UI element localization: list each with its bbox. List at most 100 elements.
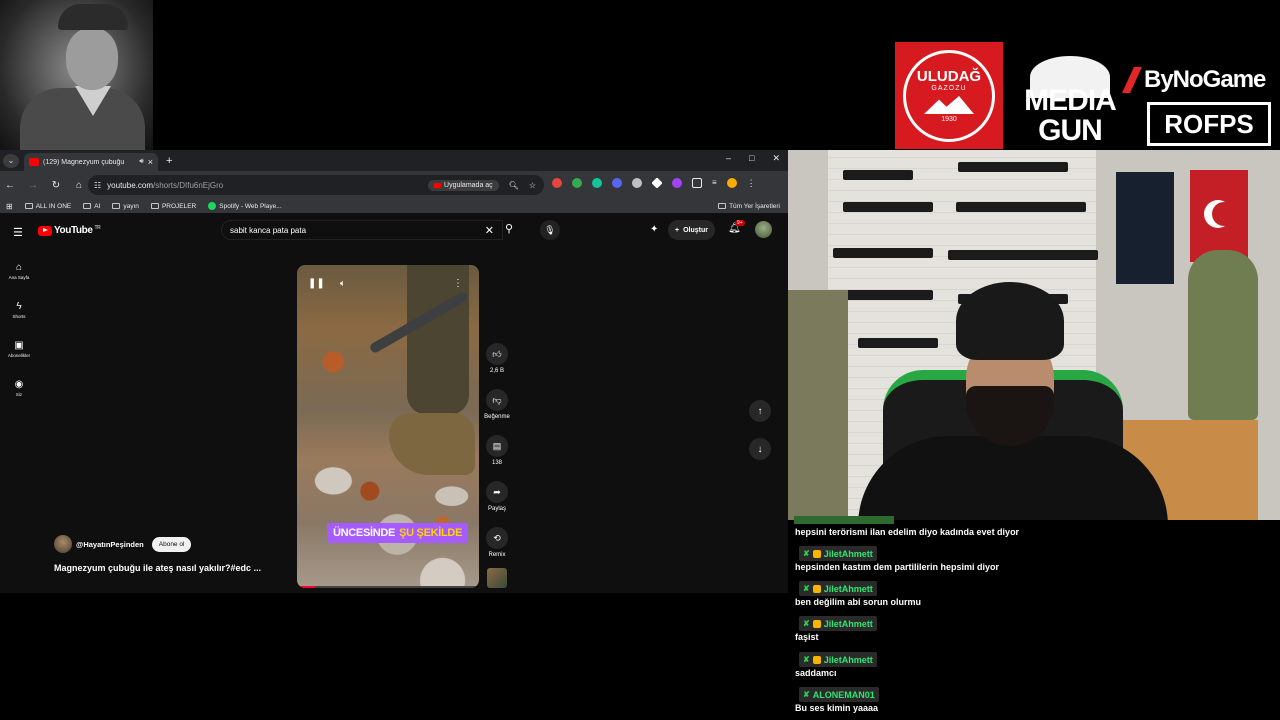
more-options-icon[interactable]: ⋮ — [453, 278, 463, 289]
site-info-icon[interactable]: ☷ — [94, 181, 101, 190]
uludag-logo: ULUDAĞ GAZOZU 1930 — [895, 42, 1003, 149]
media-gun-line1: MEDIA — [1024, 84, 1117, 117]
bynogame-mark-icon — [1122, 67, 1142, 93]
extensions-puzzle-icon[interactable] — [692, 178, 702, 188]
menu-icon[interactable]: ⋮ — [747, 178, 756, 188]
hamburger-menu-icon[interactable]: ☰ — [13, 226, 23, 239]
minimize-icon[interactable]: – — [726, 153, 731, 164]
subscriber-badge-icon — [812, 584, 821, 593]
chat-message: Bu ses kimin yaaaa — [795, 703, 879, 713]
open-in-app-label: Uygulamada aç — [444, 181, 493, 189]
tab-bar: ⌄ (129) Magnezyum çubuğu 🔊︎ × + – □ ✕ — [0, 150, 788, 171]
youtube-logo[interactable]: YouTube TR — [38, 225, 101, 236]
extension-orange-icon[interactable] — [726, 178, 737, 188]
url-path: /shorts/DIfu6nEjGro — [152, 180, 224, 190]
sidebar-item-home[interactable]: ⌂ Ana Sayfa — [0, 251, 38, 290]
search-input[interactable]: sabit kanca pata pata ✕ — [221, 220, 503, 240]
url-host: youtube.com — [107, 180, 153, 190]
chat-message: hepsinden kastım dem partililerin hepsim… — [795, 562, 1000, 572]
tab-close-icon[interactable]: × — [148, 157, 153, 167]
tab-search-icon[interactable]: ⌄ — [3, 153, 19, 168]
bookmark-label: Spotify - Web Playe... — [219, 202, 282, 210]
portrait-photo — [0, 0, 153, 150]
youtube-favicon-icon — [29, 158, 39, 166]
clear-search-icon[interactable]: ✕ — [485, 224, 494, 237]
subscriber-badge-icon — [812, 619, 821, 628]
folder-icon — [718, 203, 727, 209]
youtube-wordmark: YouTube — [54, 225, 93, 236]
bookmark-yayin[interactable]: yayın — [112, 203, 139, 210]
chat-cutoff-username — [794, 516, 894, 524]
chat-username: ✘ JiletAhmett — [799, 581, 877, 596]
all-bookmarks-label: Tüm Yer İşaretleri — [729, 202, 780, 210]
video-progress-bar[interactable] — [297, 586, 479, 588]
chat-username-text: JiletAhmett — [823, 654, 873, 665]
extension-diamond-icon[interactable] — [651, 177, 663, 189]
webcam-feed — [788, 150, 1280, 520]
short-video-player[interactable]: ❚❚ 🔈︎ ⋮ ÜNCESİNDE ŞU ŞEKİLDE — [297, 265, 479, 588]
extension-red-icon[interactable] — [552, 178, 562, 188]
sidebar-item-you[interactable]: ◉ Siz — [0, 368, 38, 407]
chat-username-text: JiletAhmett — [823, 618, 873, 629]
forward-icon[interactable]: → — [27, 180, 39, 191]
chat-message: saddamcı — [795, 668, 837, 678]
extension-shield-icon[interactable] — [632, 178, 642, 188]
extension-purple-icon[interactable] — [672, 178, 682, 188]
apps-grid-icon[interactable]: ⊞ — [6, 202, 13, 211]
reload-icon[interactable]: ↻ — [50, 180, 62, 191]
all-bookmarks[interactable]: Tüm Yer İşaretleri — [718, 203, 780, 210]
bookmark-ai[interactable]: AI — [83, 203, 100, 210]
search-icon[interactable]: ⚲ — [505, 222, 513, 235]
new-tab-icon[interactable]: + — [166, 155, 172, 167]
extension-green-icon[interactable] — [572, 178, 582, 188]
moderator-sword-icon: ✘ — [803, 549, 810, 558]
media-control-icon[interactable]: ≡ — [712, 178, 717, 188]
chat-username-text: JiletAhmett — [823, 548, 873, 559]
sidebar-item-shorts[interactable]: ϟ Shorts — [0, 290, 38, 329]
rofps-logo: ROFPS — [1147, 102, 1271, 146]
create-button[interactable]: + Oluştur — [668, 220, 715, 240]
home-icon[interactable]: ⌂ — [73, 180, 85, 191]
folder-icon — [83, 203, 92, 209]
shorts-icon: ϟ — [16, 300, 22, 312]
microphone-icon[interactable]: 🎙︎ — [540, 220, 560, 240]
youtube-sidebar: ⌂ Ana Sayfa ϟ Shorts ▣ Abonelikler ◉ Siz — [0, 251, 38, 407]
avatar[interactable] — [755, 221, 772, 238]
tab-title: (129) Magnezyum çubuğu — [43, 158, 125, 166]
folder-icon — [112, 203, 121, 209]
folder-icon — [150, 203, 159, 209]
bookmark-projeler[interactable]: PROJELER — [150, 203, 196, 210]
media-gun-logo: MEDIA GUN — [1018, 56, 1122, 148]
uludag-name: ULUDAĞ — [916, 68, 982, 85]
chat-message: ben değilim abi sorun olurmu — [795, 597, 922, 607]
notifications-badge: 9+ — [735, 220, 745, 226]
sidebar-label: Abonelikler — [7, 352, 31, 358]
volume-icon[interactable]: 🔈︎ — [340, 278, 345, 289]
create-label: Oluştur — [683, 226, 708, 234]
extension-grammarly-icon[interactable] — [592, 178, 602, 188]
bynogame-name: ByNoGame — [1144, 66, 1266, 93]
speaker-icon[interactable]: 🔊︎ — [139, 158, 143, 166]
sidebar-item-subscriptions[interactable]: ▣ Abonelikler — [0, 329, 38, 368]
bookmark-label: ALL IN ONE — [35, 202, 72, 210]
moderator-sword-icon: ✘ — [803, 584, 810, 593]
extension-discord-icon[interactable] — [612, 178, 622, 188]
pause-icon[interactable]: ❚❚ — [308, 278, 325, 289]
youtube-header: ☰ YouTube TR sabit kanca pata pata ✕ ⚲ 🎙… — [0, 213, 788, 251]
sidebar-label: Shorts — [12, 313, 26, 319]
star-icon[interactable]: ☆ — [529, 181, 536, 190]
address-bar[interactable]: ☷ youtube.com/shorts/DIfu6nEjGro Uygulam… — [88, 175, 544, 195]
zoom-icon[interactable]: 🔍︎ — [509, 181, 519, 190]
chat-message: faşist — [795, 632, 819, 642]
tab-active[interactable]: (129) Magnezyum çubuğu 🔊︎ × — [24, 153, 158, 171]
back-icon[interactable]: ← — [4, 180, 16, 191]
stream-screen: ULUDAĞ GAZOZU 1930 MEDIA GUN ByNoGame RO… — [0, 0, 1280, 720]
close-window-icon[interactable]: ✕ — [772, 153, 780, 164]
mountain-icon — [924, 96, 974, 114]
open-in-app-button[interactable]: Uygulamada aç — [428, 179, 499, 191]
bookmark-spotify[interactable]: Spotify - Web Playe... — [208, 202, 282, 210]
bookmark-all-in-one[interactable]: ALL IN ONE — [24, 202, 72, 210]
maximize-icon[interactable]: □ — [749, 153, 754, 164]
chat-message: hepsini terörismi ilan edelim diyo kadın… — [795, 527, 1020, 537]
sparkle-icon[interactable]: ✦ — [650, 224, 658, 235]
